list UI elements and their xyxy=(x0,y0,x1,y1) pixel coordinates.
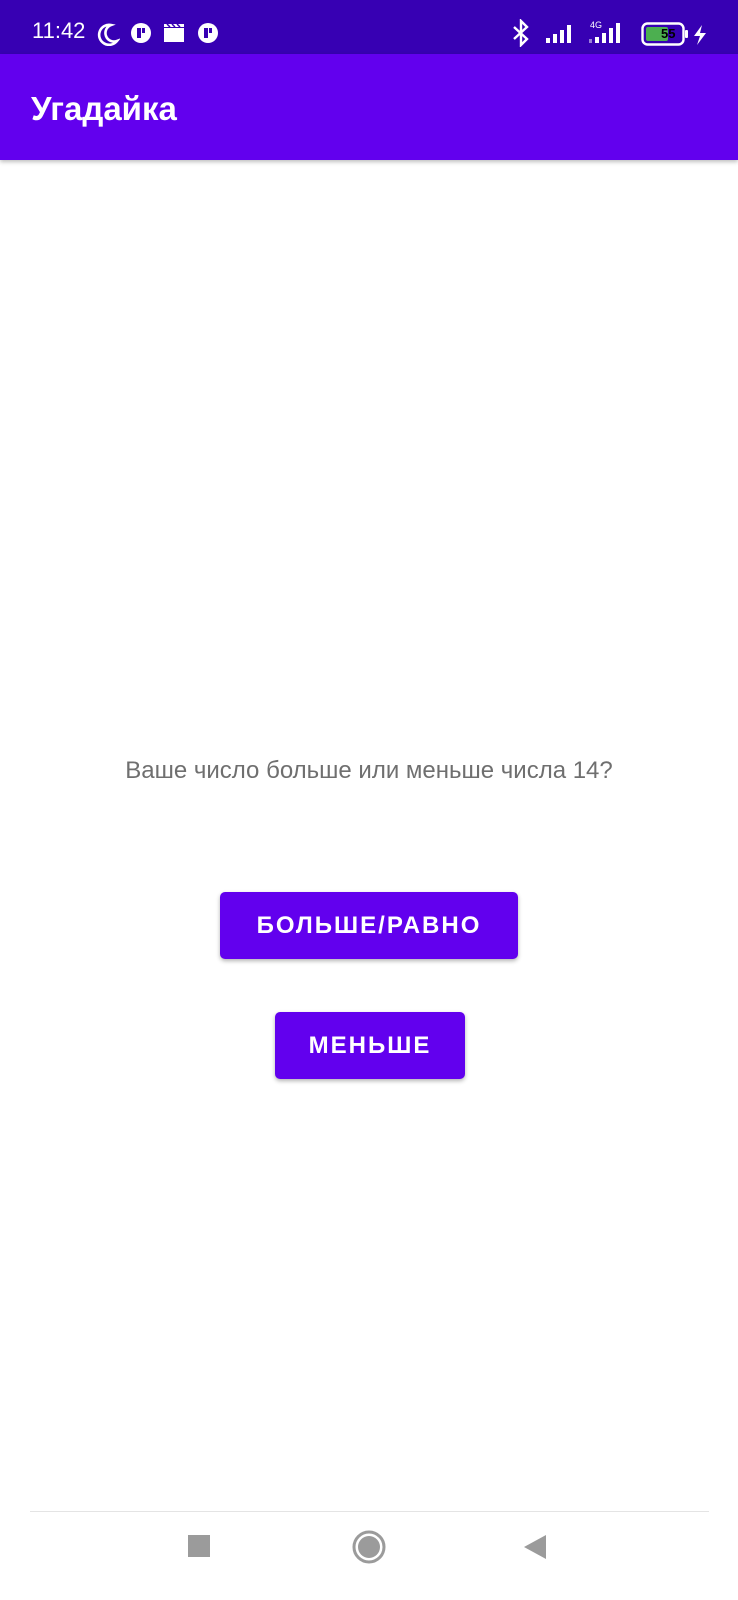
greater-or-equal-button[interactable]: БОЛЬШЕ/РАВНО xyxy=(220,892,518,959)
status-bar: 11:42 4G 55 xyxy=(0,0,738,54)
less-button[interactable]: МЕНЬШЕ xyxy=(275,1012,465,1079)
notification-app-icon xyxy=(198,23,218,43)
app-bar: Угадайка xyxy=(0,54,738,160)
svg-text:4G: 4G xyxy=(590,20,602,30)
back-icon[interactable] xyxy=(522,1533,548,1561)
battery-level: 55 xyxy=(661,26,676,41)
charging-icon xyxy=(694,25,706,45)
recents-icon[interactable] xyxy=(187,1534,211,1558)
notification-app-icon xyxy=(131,23,151,43)
navigation-bar xyxy=(0,1512,738,1600)
status-time: 11:42 xyxy=(32,18,86,43)
signal-icon xyxy=(546,25,571,43)
app-title: Угадайка xyxy=(31,90,177,127)
signal-4g-icon: 4G xyxy=(589,20,620,43)
home-icon[interactable] xyxy=(352,1530,386,1564)
moon-icon xyxy=(97,23,120,46)
question-text: Ваше число больше или меньше числа 14? xyxy=(125,757,613,784)
bluetooth-icon xyxy=(513,19,529,47)
clapper-icon xyxy=(164,23,184,42)
